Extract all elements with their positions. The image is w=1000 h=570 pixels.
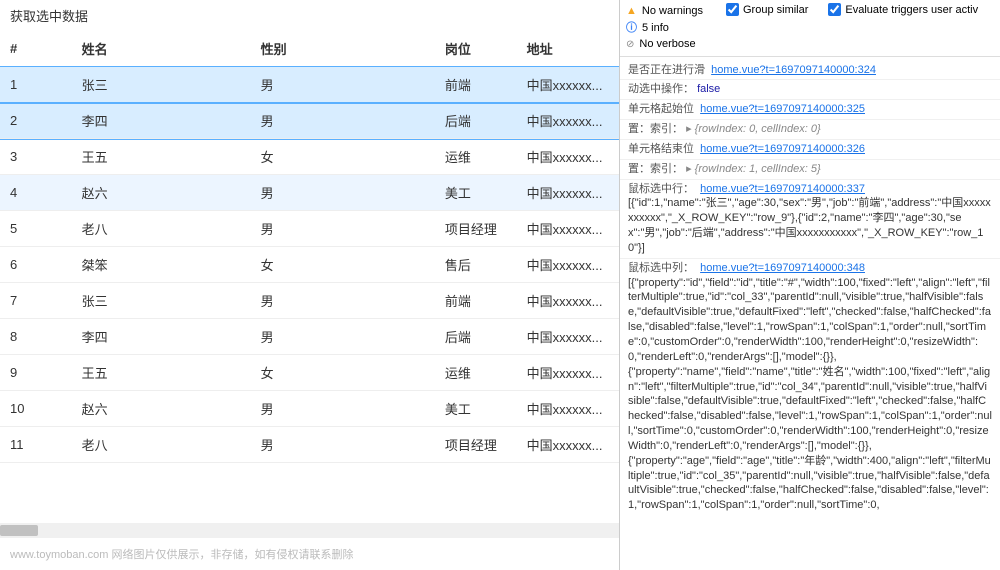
table-row[interactable]: 8李四男后端中国xxxxxx... [0,319,619,355]
table-row[interactable]: 1张三男前端中国xxxxxx... [0,67,619,103]
cell-job[interactable]: 售后 [435,247,517,283]
column-header-addr[interactable]: 地址 [517,31,619,67]
console-filter-bar: ▲No warnings ⓘ5 info ⊘No verbose Group s… [620,0,1000,57]
cell-id[interactable]: 5 [0,211,72,247]
cell-sex[interactable]: 男 [251,211,435,247]
cell-addr[interactable]: 中国xxxxxx... [517,319,619,355]
table-header-row: #姓名性别岗位地址 [0,31,619,67]
cell-sex[interactable]: 男 [251,67,435,103]
cell-job[interactable]: 项目经理 [435,427,517,463]
source-link[interactable]: home.vue?t=1697097140000:348 [700,262,865,274]
cell-addr[interactable]: 中国xxxxxx... [517,67,619,103]
cell-name[interactable]: 老八 [72,427,251,463]
cell-name[interactable]: 桀笨 [72,247,251,283]
cell-addr[interactable]: 中国xxxxxx... [517,247,619,283]
cell-addr[interactable]: 中国xxxxxx... [517,211,619,247]
cell-job[interactable]: 后端 [435,103,517,139]
column-header-name[interactable]: 姓名 [72,31,251,67]
cell-job[interactable]: 项目经理 [435,211,517,247]
console-output[interactable]: 是否正在进行滑 home.vue?t=1697097140000:324 动选中… [620,57,1000,570]
cell-id[interactable]: 8 [0,319,72,355]
cell-name[interactable]: 李四 [72,319,251,355]
cell-job[interactable]: 美工 [435,175,517,211]
table-row[interactable]: 2李四男后端中国xxxxxx... [0,103,619,139]
cell-name[interactable]: 李四 [72,103,251,139]
cell-job[interactable]: 美工 [435,391,517,427]
cell-id[interactable]: 3 [0,139,72,175]
table-row[interactable]: 10赵六男美工中国xxxxxx... [0,391,619,427]
info-icon: ⓘ [626,20,637,37]
cell-sex[interactable]: 男 [251,283,435,319]
table-row[interactable]: 3王五女运维中国xxxxxx... [0,139,619,175]
cell-job[interactable]: 后端 [435,319,517,355]
cell-id[interactable]: 6 [0,247,72,283]
group-similar-checkbox[interactable]: Group similar [726,3,808,16]
filter-no-verbose[interactable]: ⊘No verbose [626,36,714,53]
footer-text: www.toymoban.com 网络图片仅供展示，非存储，如有侵权请联系删除 [0,538,619,570]
cell-addr[interactable]: 中国xxxxxx... [517,283,619,319]
cell-job[interactable]: 运维 [435,139,517,175]
table-body: 1张三男前端中国xxxxxx...2李四男后端中国xxxxxx...3王五女运维… [0,67,619,463]
evaluate-triggers-checkbox[interactable]: Evaluate triggers user activ [828,3,978,16]
panel-title: 获取选中数据 [0,0,619,31]
cell-name[interactable]: 赵六 [72,391,251,427]
cell-name[interactable]: 赵六 [72,175,251,211]
cell-job[interactable]: 前端 [435,67,517,103]
cell-sex[interactable]: 女 [251,139,435,175]
source-link[interactable]: home.vue?t=1697097140000:326 [700,143,865,155]
cell-job[interactable]: 运维 [435,355,517,391]
cell-addr[interactable]: 中国xxxxxx... [517,175,619,211]
table-row[interactable]: 9王五女运维中国xxxxxx... [0,355,619,391]
cell-id[interactable]: 4 [0,175,72,211]
app-panel: 获取选中数据 #姓名性别岗位地址 1张三男前端中国xxxxxx...2李四男后端… [0,0,620,570]
filter-no-warnings[interactable]: ▲No warnings [626,3,714,20]
cell-addr[interactable]: 中国xxxxxx... [517,139,619,175]
cell-addr[interactable]: 中国xxxxxx... [517,103,619,139]
cell-sex[interactable]: 男 [251,175,435,211]
filter-info[interactable]: ⓘ5 info [626,20,714,37]
table-row[interactable]: 7张三男前端中国xxxxxx... [0,283,619,319]
cell-id[interactable]: 1 [0,67,72,103]
table-row[interactable]: 11老八男项目经理中国xxxxxx... [0,427,619,463]
column-header-job[interactable]: 岗位 [435,31,517,67]
cell-name[interactable]: 张三 [72,283,251,319]
cell-sex[interactable]: 男 [251,427,435,463]
cell-name[interactable]: 王五 [72,139,251,175]
horizontal-scrollbar[interactable] [0,523,619,538]
cell-sex[interactable]: 女 [251,247,435,283]
cell-sex[interactable]: 女 [251,355,435,391]
devtools-console: ▲No warnings ⓘ5 info ⊘No verbose Group s… [620,0,1000,570]
cell-sex[interactable]: 男 [251,319,435,355]
cell-sex[interactable]: 男 [251,391,435,427]
cell-id[interactable]: 11 [0,427,72,463]
cell-sex[interactable]: 男 [251,103,435,139]
ban-icon: ⊘ [626,37,634,52]
cell-name[interactable]: 王五 [72,355,251,391]
scrollbar-thumb[interactable] [0,525,38,536]
table-row[interactable]: 6桀笨女售后中国xxxxxx... [0,247,619,283]
column-header-id[interactable]: # [0,31,72,67]
column-header-sex[interactable]: 性别 [251,31,435,67]
cell-name[interactable]: 张三 [72,67,251,103]
cell-addr[interactable]: 中国xxxxxx... [517,391,619,427]
cell-addr[interactable]: 中国xxxxxx... [517,427,619,463]
warning-icon: ▲ [626,3,637,20]
source-link[interactable]: home.vue?t=1697097140000:337 [700,183,865,195]
cell-id[interactable]: 10 [0,391,72,427]
table-row[interactable]: 4赵六男美工中国xxxxxx... [0,175,619,211]
source-link[interactable]: home.vue?t=1697097140000:325 [700,103,865,115]
source-link[interactable]: home.vue?t=1697097140000:324 [711,64,876,76]
cell-id[interactable]: 7 [0,283,72,319]
table-row[interactable]: 5老八男项目经理中国xxxxxx... [0,211,619,247]
cell-id[interactable]: 2 [0,103,72,139]
data-table: #姓名性别岗位地址 1张三男前端中国xxxxxx...2李四男后端中国xxxxx… [0,31,619,523]
cell-addr[interactable]: 中国xxxxxx... [517,355,619,391]
cell-id[interactable]: 9 [0,355,72,391]
cell-job[interactable]: 前端 [435,283,517,319]
cell-name[interactable]: 老八 [72,211,251,247]
